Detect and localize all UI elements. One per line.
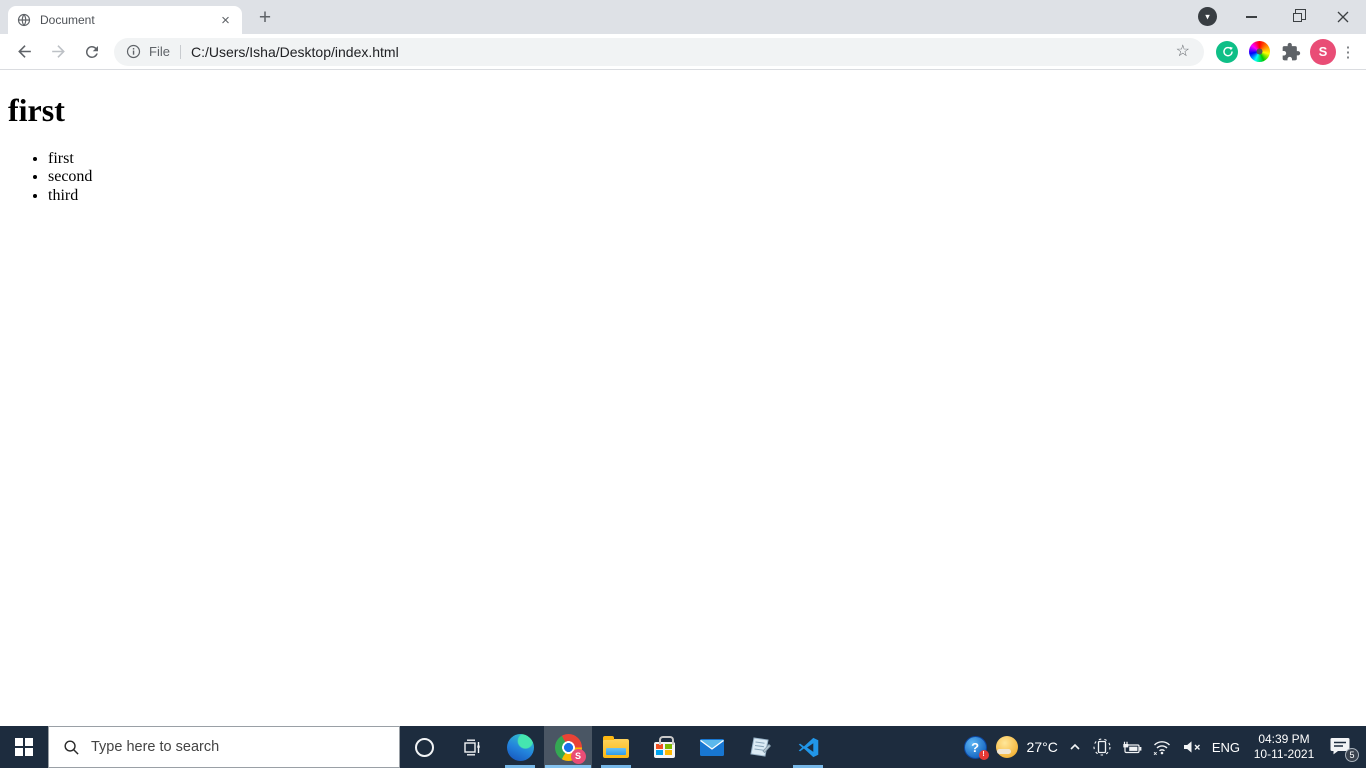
info-icon[interactable] <box>126 44 141 59</box>
taskbar-clock[interactable]: 04:39 PM 10-11-2021 <box>1249 732 1319 762</box>
time-label: 04:39 PM <box>1258 732 1310 746</box>
microsoft-store-icon <box>653 735 675 758</box>
get-help-tray-icon[interactable]: ? ! <box>963 735 989 760</box>
taskbar-app-edge[interactable] <box>496 726 544 768</box>
taskbar-app-chrome[interactable]: S <box>544 726 592 768</box>
minimize-icon <box>1245 16 1257 18</box>
list-item: third <box>48 187 1358 205</box>
notepad-icon <box>750 737 771 757</box>
microsoft-edge-icon <box>506 733 534 761</box>
hidden-icons-button[interactable] <box>1067 739 1083 755</box>
sun-cloud-weather-icon <box>995 736 1018 758</box>
window-controls <box>1228 0 1366 34</box>
url-text: C:/Users/Isha/Desktop/index.html <box>190 43 399 60</box>
browser-toolbar: File C:/Users/Isha/Desktop/index.html ☆ … <box>0 34 1366 70</box>
search-icon <box>64 739 79 755</box>
list-item: second <box>48 168 1358 186</box>
window-close-button[interactable] <box>1320 0 1366 34</box>
color-picker-extension-button[interactable] <box>1246 39 1272 65</box>
taskbar: S ? ! 27°C <box>0 726 1366 768</box>
browser-menu-button[interactable]: ⋮ <box>1338 43 1358 61</box>
new-tab-button[interactable]: + <box>252 5 278 31</box>
taskbar-app-file-explorer[interactable] <box>592 726 640 768</box>
search-input[interactable] <box>91 739 341 755</box>
color-wheel-icon <box>1248 41 1270 62</box>
reload-button[interactable] <box>76 36 108 68</box>
page-heading: first <box>8 92 65 128</box>
window-minimize-button[interactable] <box>1228 0 1274 34</box>
taskbar-search[interactable] <box>48 726 400 768</box>
help-alert-badge: ! <box>978 749 989 760</box>
chevron-down-icon: ▾ <box>1205 11 1210 22</box>
volume-muted-tray-icon[interactable] <box>1181 738 1203 756</box>
back-button[interactable] <box>8 36 40 68</box>
taskbar-app-notepad[interactable] <box>736 726 784 768</box>
start-button[interactable] <box>0 726 48 768</box>
tab-strip: Document × + ▾ <box>0 0 1366 34</box>
profile-avatar: S <box>1310 38 1336 65</box>
page-content: first first second third <box>0 71 1366 726</box>
chevron-up-icon <box>1070 743 1080 750</box>
tablet-sync-tray-icon[interactable] <box>1092 737 1112 757</box>
taskbar-app-mail[interactable] <box>688 726 736 768</box>
windows-logo-icon <box>15 738 33 756</box>
tab-title: Document <box>40 13 95 27</box>
vs-code-icon <box>798 737 818 757</box>
sync-extension-icon <box>1216 40 1238 63</box>
date-label: 10-11-2021 <box>1253 747 1315 761</box>
task-view-icon <box>463 739 480 755</box>
extensions-button[interactable] <box>1278 39 1304 65</box>
temperature-label[interactable]: 27°C <box>1027 739 1058 755</box>
close-icon <box>1337 11 1349 23</box>
taskbar-app-task-view[interactable] <box>448 726 496 768</box>
profile-button[interactable]: S <box>1310 38 1336 65</box>
forward-button[interactable] <box>42 36 74 68</box>
browser-window: Document × + ▾ File C:/Users/Isha/Deskto… <box>0 0 1366 726</box>
notification-count-badge: 5 <box>1345 748 1359 762</box>
reload-icon <box>85 45 98 58</box>
tab-search-button[interactable]: ▾ <box>1198 7 1217 26</box>
file-explorer-icon <box>603 736 629 758</box>
window-restore-button[interactable] <box>1274 0 1320 34</box>
restore-icon <box>1292 9 1306 22</box>
bookmark-star-icon[interactable]: ☆ <box>1174 43 1192 60</box>
url-scheme-label: File <box>149 44 170 59</box>
bullet-list: first second third <box>8 150 1358 205</box>
taskbar-app-cortana[interactable] <box>400 726 448 768</box>
list-item: first <box>48 150 1358 168</box>
weather-tray-item[interactable] <box>995 736 1018 758</box>
system-tray: ? ! 27°C ENG 04:39 PM 10-11-2021 5 <box>963 726 1366 768</box>
chrome-profile-badge: S <box>570 748 586 764</box>
language-indicator[interactable]: ENG <box>1212 740 1240 755</box>
battery-charging-tray-icon[interactable] <box>1121 737 1143 757</box>
google-chrome-icon: S <box>554 733 586 764</box>
wifi-tray-icon[interactable] <box>1152 738 1172 756</box>
puzzle-icon <box>1282 42 1301 60</box>
globe-favicon-icon <box>16 12 32 28</box>
sync-extension-button[interactable] <box>1214 39 1240 65</box>
taskbar-app-microsoft-store[interactable] <box>640 726 688 768</box>
mail-icon <box>700 738 724 756</box>
arrow-forward-icon <box>51 45 65 58</box>
action-center-button[interactable]: 5 <box>1328 734 1359 762</box>
tab-close-icon[interactable]: × <box>217 12 234 29</box>
taskbar-app-vscode[interactable] <box>784 726 832 768</box>
address-bar[interactable]: File C:/Users/Isha/Desktop/index.html ☆ <box>114 37 1204 66</box>
arrow-back-icon <box>17 45 31 58</box>
cortana-icon <box>414 737 434 757</box>
omnibox-divider <box>179 44 181 59</box>
tab-document[interactable]: Document × <box>8 6 242 34</box>
